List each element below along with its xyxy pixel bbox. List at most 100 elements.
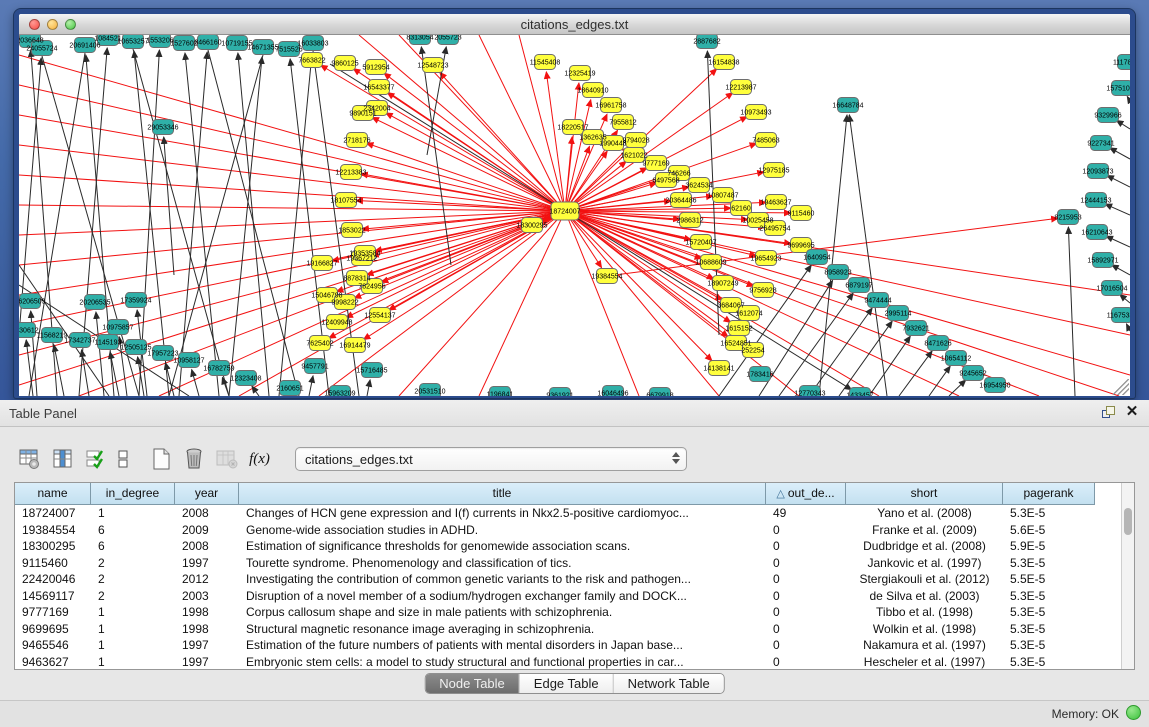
table-row[interactable]: 911546021997Tourette syndrome. Phenomeno…: [15, 555, 1121, 572]
cell-short[interactable]: Wolkin et al. (1998): [846, 621, 1003, 638]
cell-short[interactable]: Nakamura et al. (1997): [846, 637, 1003, 654]
cell-title[interactable]: Embryonic stem cells: a model to study s…: [239, 654, 766, 670]
cell-title[interactable]: Tourette syndrome. Phenomenology and cla…: [239, 555, 766, 572]
cell-out_de[interactable]: 0: [766, 654, 846, 670]
cell-short[interactable]: Dudbridge et al. (2008): [846, 538, 1003, 555]
cell-pagerank[interactable]: 5.3E-5: [1003, 505, 1095, 522]
cell-year[interactable]: 2009: [175, 522, 239, 539]
table-settings-icon[interactable]: [16, 445, 43, 473]
select-rows-icon[interactable]: [82, 445, 109, 473]
cell-short[interactable]: Jankovic et al. (1997): [846, 555, 1003, 572]
new-column-icon[interactable]: [147, 445, 174, 473]
cell-year[interactable]: 2003: [175, 588, 239, 605]
table-selector-dropdown[interactable]: citations_edges.txt: [295, 447, 687, 471]
table-row[interactable]: 946362711997Embryonic stem cells: a mode…: [15, 654, 1121, 670]
cell-year[interactable]: 1997: [175, 637, 239, 654]
network-canvas[interactable]: 1872400776638229860125591295416543377234…: [19, 35, 1130, 396]
cell-short[interactable]: Tibbo et al. (1998): [846, 604, 1003, 621]
function-builder-icon[interactable]: f(x): [246, 445, 273, 473]
cell-year[interactable]: 1998: [175, 621, 239, 638]
cell-out_de[interactable]: 0: [766, 637, 846, 654]
cell-in_degree[interactable]: 2: [91, 571, 175, 588]
cell-year[interactable]: 1997: [175, 555, 239, 572]
cell-in_degree[interactable]: 1: [91, 604, 175, 621]
table-scrollbar[interactable]: [1121, 483, 1134, 669]
cell-title[interactable]: Structural magnetic resonance image aver…: [239, 621, 766, 638]
cell-out_de[interactable]: 0: [766, 555, 846, 572]
column-visibility-icon[interactable]: [49, 445, 76, 473]
column-header-pagerank[interactable]: pagerank: [1003, 483, 1095, 505]
cell-pagerank[interactable]: 5.3E-5: [1003, 604, 1095, 621]
cell-year[interactable]: 1998: [175, 604, 239, 621]
table-row[interactable]: 1872400712008Changes of HCN gene express…: [15, 505, 1121, 522]
tab-node-table[interactable]: Node Table: [425, 674, 520, 693]
cell-title[interactable]: Corpus callosum shape and size in male p…: [239, 604, 766, 621]
table-row[interactable]: 1456911722003Disruption of a novel membe…: [15, 588, 1121, 605]
cell-short[interactable]: Stergiakouli et al. (2012): [846, 571, 1003, 588]
table-row[interactable]: 2242004622012Investigating the contribut…: [15, 571, 1121, 588]
column-header-title[interactable]: title: [239, 483, 766, 505]
cell-name[interactable]: 14569117: [15, 588, 91, 605]
table-row[interactable]: 969969511998Structural magnetic resonanc…: [15, 621, 1121, 638]
delete-column-icon[interactable]: [180, 445, 207, 473]
row-height-icon[interactable]: [115, 445, 131, 473]
cell-name[interactable]: 9463627: [15, 654, 91, 670]
window-titlebar[interactable]: citations_edges.txt: [19, 14, 1130, 35]
column-header-name[interactable]: name: [15, 483, 91, 505]
table-row[interactable]: 946554611997Estimation of the future num…: [15, 637, 1121, 654]
column-header-year[interactable]: year: [175, 483, 239, 505]
cell-out_de[interactable]: 0: [766, 571, 846, 588]
cell-pagerank[interactable]: 5.3E-5: [1003, 654, 1095, 670]
cell-name[interactable]: 18724007: [15, 505, 91, 522]
cell-pagerank[interactable]: 5.3E-5: [1003, 621, 1095, 638]
tab-edge-table[interactable]: Edge Table: [520, 674, 614, 693]
float-window-icon[interactable]: [1101, 405, 1117, 421]
cell-in_degree[interactable]: 1: [91, 654, 175, 670]
table-row[interactable]: 1830029562008Estimation of significance …: [15, 538, 1121, 555]
table-row[interactable]: 1938455462009Genome-wide association stu…: [15, 522, 1121, 539]
cell-out_de[interactable]: 0: [766, 522, 846, 539]
cell-name[interactable]: 18300295: [15, 538, 91, 555]
cell-name[interactable]: 9115460: [15, 555, 91, 572]
cell-out_de[interactable]: 0: [766, 538, 846, 555]
cell-year[interactable]: 2008: [175, 505, 239, 522]
cell-title[interactable]: Genome-wide association studies in ADHD.: [239, 522, 766, 539]
cell-out_de[interactable]: 49: [766, 505, 846, 522]
cell-title[interactable]: Estimation of significance thresholds fo…: [239, 538, 766, 555]
cell-year[interactable]: 2012: [175, 571, 239, 588]
cell-name[interactable]: 9465546: [15, 637, 91, 654]
cell-short[interactable]: Yano et al. (2008): [846, 505, 1003, 522]
cell-name[interactable]: 9777169: [15, 604, 91, 621]
close-icon[interactable]: ✕: [1123, 403, 1141, 421]
tab-network-table[interactable]: Network Table: [614, 674, 724, 693]
table-row[interactable]: 977716911998Corpus callosum shape and si…: [15, 604, 1121, 621]
cell-short[interactable]: Franke et al. (2009): [846, 522, 1003, 539]
cell-short[interactable]: Hescheler et al. (1997): [846, 654, 1003, 670]
delete-table-icon[interactable]: [213, 445, 240, 473]
cell-in_degree[interactable]: 1: [91, 621, 175, 638]
cell-title[interactable]: Estimation of the future numbers of pati…: [239, 637, 766, 654]
cell-out_de[interactable]: 0: [766, 621, 846, 638]
cell-in_degree[interactable]: 6: [91, 522, 175, 539]
cell-pagerank[interactable]: 5.3E-5: [1003, 637, 1095, 654]
cell-out_de[interactable]: 0: [766, 604, 846, 621]
cell-year[interactable]: 1997: [175, 654, 239, 670]
cell-in_degree[interactable]: 6: [91, 538, 175, 555]
cell-in_degree[interactable]: 2: [91, 588, 175, 605]
cell-out_de[interactable]: 0: [766, 588, 846, 605]
cell-in_degree[interactable]: 1: [91, 505, 175, 522]
cell-in_degree[interactable]: 2: [91, 555, 175, 572]
cell-name[interactable]: 9699695: [15, 621, 91, 638]
network-window[interactable]: citations_edges.txt 18724007766382298601…: [14, 9, 1135, 398]
canvas-resize-grip[interactable]: [1113, 379, 1129, 395]
cell-year[interactable]: 2008: [175, 538, 239, 555]
column-header-short[interactable]: short: [846, 483, 1003, 505]
scrollbar-thumb[interactable]: [1124, 508, 1132, 535]
cell-title[interactable]: Changes of HCN gene expression and I(f) …: [239, 505, 766, 522]
cell-pagerank[interactable]: 5.3E-5: [1003, 555, 1095, 572]
cell-name[interactable]: 19384554: [15, 522, 91, 539]
cell-pagerank[interactable]: 5.6E-5: [1003, 522, 1095, 539]
cell-name[interactable]: 22420046: [15, 571, 91, 588]
cell-in_degree[interactable]: 1: [91, 637, 175, 654]
cell-pagerank[interactable]: 5.5E-5: [1003, 571, 1095, 588]
